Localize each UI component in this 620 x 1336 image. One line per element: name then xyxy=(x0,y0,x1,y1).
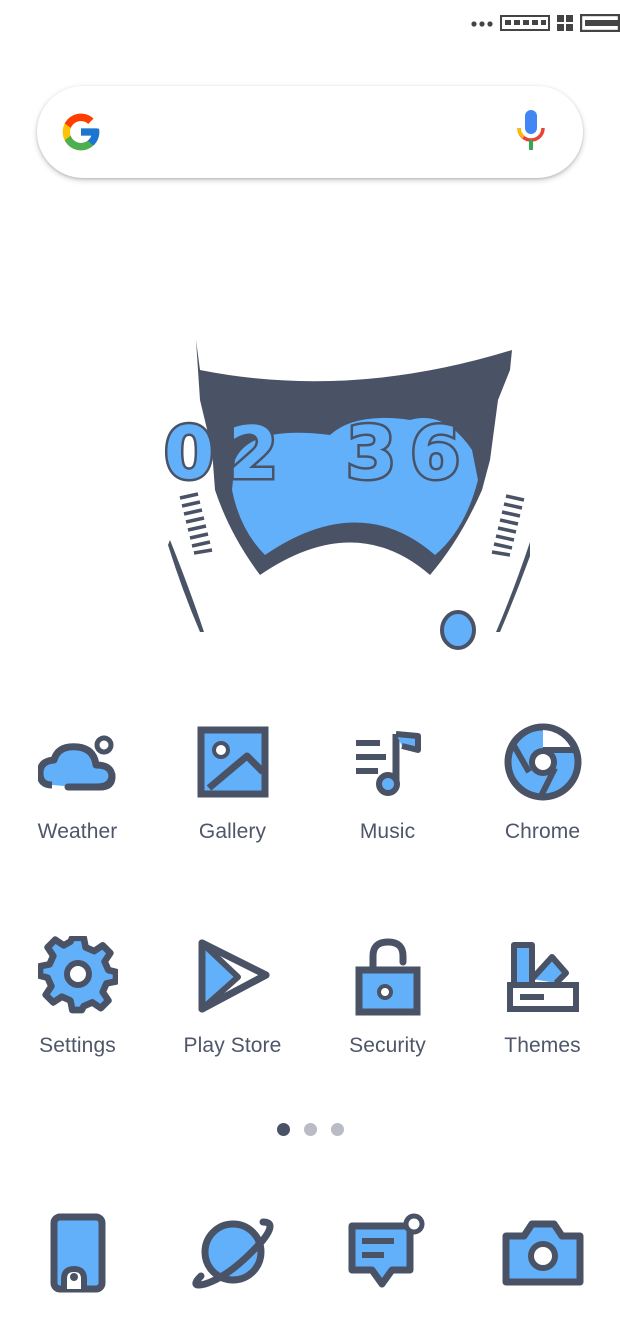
music-icon xyxy=(348,722,428,802)
page-dot-1[interactable] xyxy=(276,1123,290,1136)
weather-icon xyxy=(37,722,118,802)
app-label: Chrome xyxy=(504,820,581,843)
app-row-1: Weather Gallery Music Chrome xyxy=(0,722,620,844)
app-label: Play Store xyxy=(183,1034,282,1057)
app-gallery[interactable]: Gallery xyxy=(155,722,310,844)
dock-messages[interactable] xyxy=(310,1210,465,1294)
app-themes[interactable]: Themes xyxy=(465,936,620,1058)
app-label: Weather xyxy=(37,820,118,843)
app-weather[interactable]: Weather xyxy=(0,722,155,844)
app-label: Themes xyxy=(504,1034,581,1057)
themes-icon xyxy=(503,936,583,1016)
app-chrome[interactable]: Chrome xyxy=(465,722,620,844)
page-indicator[interactable] xyxy=(0,1123,620,1136)
app-row-2: Settings Play Store Security Themes xyxy=(0,936,620,1058)
page-dot-3[interactable] xyxy=(330,1123,344,1136)
clock-minute: 36 xyxy=(346,411,474,495)
mic-icon[interactable] xyxy=(515,108,547,159)
status-bar xyxy=(470,10,620,36)
more-dots-icon xyxy=(471,21,493,27)
phone-icon xyxy=(36,1210,120,1294)
dock-browser[interactable] xyxy=(155,1210,310,1294)
camera-icon xyxy=(501,1210,585,1294)
browser-planet-icon xyxy=(191,1210,275,1294)
app-music[interactable]: Music xyxy=(310,722,465,844)
play-store-icon xyxy=(193,936,273,1016)
dock-phone[interactable] xyxy=(0,1210,155,1294)
app-label: Music xyxy=(359,820,416,843)
app-play-store[interactable]: Play Store xyxy=(155,936,310,1058)
gear-icon xyxy=(37,936,118,1016)
app-label: Settings xyxy=(39,1034,116,1057)
clock-hour: 02 xyxy=(164,411,292,495)
google-search-bar[interactable] xyxy=(37,86,583,178)
app-label: Security xyxy=(349,1034,426,1057)
google-g-icon xyxy=(59,110,103,159)
battery-icon xyxy=(580,14,620,32)
network-icon xyxy=(557,15,573,31)
clock-widget[interactable]: 02 36 xyxy=(160,340,534,660)
chrome-icon xyxy=(503,722,583,802)
page-dot-2[interactable] xyxy=(303,1123,317,1136)
app-security[interactable]: Security xyxy=(310,936,465,1058)
lock-icon xyxy=(348,936,428,1016)
dock xyxy=(0,1210,620,1294)
app-settings[interactable]: Settings xyxy=(0,936,155,1058)
dock-camera[interactable] xyxy=(465,1210,620,1294)
signal-icon xyxy=(500,15,550,31)
messages-icon xyxy=(346,1210,430,1294)
app-label: Gallery xyxy=(198,820,267,843)
gallery-icon xyxy=(193,722,273,802)
